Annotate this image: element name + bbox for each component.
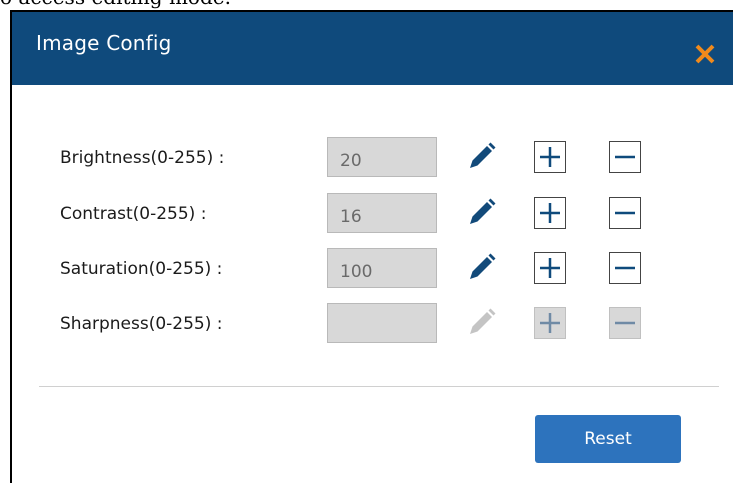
contrast-edit-pencil-icon[interactable] [464,196,498,230]
minus-icon [615,266,635,270]
image-config-dialog: Image Config Brightness(0-255) : 20 Cont… [10,10,733,483]
sharpness-label: Sharpness(0-255) : [60,314,223,334]
contrast-minus-button[interactable] [609,197,641,229]
settings-row-saturation: Saturation(0-255) : [12,247,733,291]
brightness-plus-button[interactable] [534,141,566,173]
brightness-input[interactable] [327,137,437,177]
background-page-text: o access editing mode. [0,0,231,8]
dialog-header: Image Config [12,12,733,85]
settings-row-sharpness: Sharpness(0-255) : [12,302,733,346]
brightness-minus-button[interactable] [609,141,641,173]
sharpness-input[interactable] [327,303,437,343]
settings-row-brightness: Brightness(0-255) : [12,136,733,180]
saturation-input[interactable] [327,248,437,288]
minus-icon [615,321,635,325]
plus-icon [540,313,560,333]
sharpness-plus-button[interactable] [534,307,566,339]
dialog-title: Image Config [36,31,172,55]
minus-icon [615,211,635,215]
close-icon[interactable] [693,42,717,66]
saturation-label: Saturation(0-255) : [60,259,223,279]
close-x-icon [695,44,715,64]
saturation-edit-pencil-icon[interactable] [464,251,498,285]
plus-icon [540,147,560,167]
brightness-edit-pencil-icon[interactable] [464,140,498,174]
contrast-input[interactable] [327,193,437,233]
contrast-label: Contrast(0-255) : [60,204,207,224]
minus-icon [615,155,635,159]
plus-icon [540,203,560,223]
sharpness-edit-pencil-icon[interactable] [464,306,498,340]
plus-icon [540,258,560,278]
saturation-plus-button[interactable] [534,252,566,284]
saturation-minus-button[interactable] [609,252,641,284]
contrast-plus-button[interactable] [534,197,566,229]
settings-row-contrast: Contrast(0-255) : [12,192,733,236]
divider [39,386,719,387]
reset-button[interactable]: Reset [535,415,681,463]
brightness-label: Brightness(0-255) : [60,148,225,168]
sharpness-minus-button[interactable] [609,307,641,339]
